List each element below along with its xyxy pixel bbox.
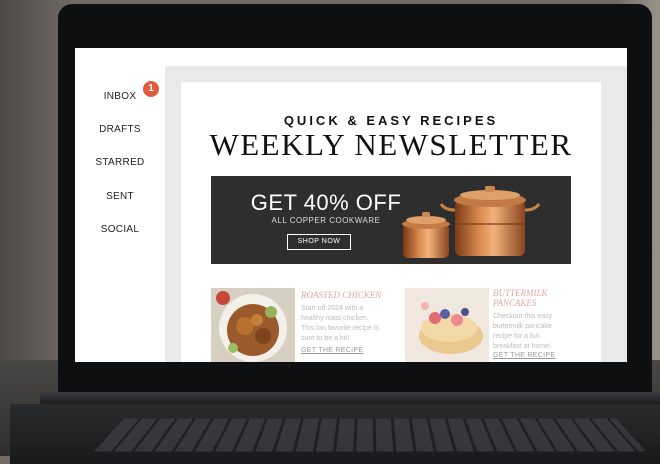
promo-banner[interactable]: GET 40% OFF ALL COPPER COOKWARE SHOP NOW bbox=[211, 176, 571, 264]
sidebar-item-sent[interactable]: SENT bbox=[75, 191, 165, 202]
get-recipe-link-roasted-chicken[interactable]: GET THE RECIPE bbox=[301, 347, 363, 354]
sidebar-item-starred[interactable]: STARRED bbox=[75, 157, 165, 168]
promo-subtitle: ALL COPPER COOKWARE bbox=[271, 216, 381, 225]
description-line: buttermilk pancake bbox=[493, 323, 552, 330]
buttermilk-pancakes-image bbox=[405, 288, 489, 362]
sidebar-item-drafts[interactable]: DRAFTS bbox=[75, 124, 165, 135]
sidebar-item-label: SOCIAL bbox=[100, 224, 140, 235]
laptop-hinge bbox=[40, 392, 660, 404]
recipe-description-buttermilk-pancakes: Checkout this easy buttermilk pancake re… bbox=[493, 312, 552, 352]
description-line: recipe for a fun bbox=[493, 333, 540, 340]
description-line: Checkout this easy bbox=[493, 313, 553, 320]
sidebar-item-label: INBOX bbox=[103, 91, 137, 102]
recipe-description-roasted-chicken: Start off 2024 with a healthy roast chic… bbox=[301, 304, 379, 344]
sidebar-item-label: DRAFTS bbox=[99, 124, 141, 135]
shop-now-button[interactable]: SHOP NOW bbox=[287, 234, 351, 250]
description-line: Start off 2024 with a bbox=[301, 305, 364, 312]
copper-cookware-image bbox=[402, 186, 541, 258]
description-line: This fan favorite recipe is bbox=[301, 325, 379, 332]
title-line: BUTTERMILK bbox=[493, 288, 548, 298]
title-line: PANCAKES bbox=[493, 298, 537, 308]
recipe-title-buttermilk-pancakes: BUTTERMILK PANCAKES bbox=[493, 288, 548, 308]
sidebar-item-label: SENT bbox=[106, 191, 134, 202]
get-recipe-link-buttermilk-pancakes[interactable]: GET THE RECIPE bbox=[493, 352, 555, 359]
description-line: sure to be a hit! bbox=[301, 335, 350, 342]
recipe-title-roasted-chicken: ROASTED CHICKEN bbox=[301, 290, 382, 300]
newsletter-email: QUICK & EASY RECIPES WEEKLY NEWSLETTER G… bbox=[181, 82, 601, 362]
description-line: breakfast at home! bbox=[493, 343, 551, 350]
mail-sidebar: INBOX 1 DRAFTS STARRED SENT SOCIAL bbox=[75, 48, 165, 362]
description-line: healthy roast chicken. bbox=[301, 315, 369, 322]
roasted-chicken-image bbox=[211, 288, 295, 362]
sidebar-item-social[interactable]: SOCIAL bbox=[75, 224, 165, 235]
message-pane: QUICK & EASY RECIPES WEEKLY NEWSLETTER G… bbox=[165, 66, 627, 362]
sidebar-item-label: STARRED bbox=[95, 157, 145, 168]
laptop-screen: INBOX 1 DRAFTS STARRED SENT SOCIAL QUICK… bbox=[75, 48, 627, 362]
keyboard-keys bbox=[94, 418, 646, 452]
newsletter-kicker: QUICK & EASY RECIPES bbox=[283, 113, 499, 128]
promo-offer-text: GET 40% OFF bbox=[250, 190, 402, 215]
newsletter-headline: WEEKLY NEWSLETTER bbox=[209, 127, 573, 162]
inbox-unread-badge: 1 bbox=[143, 81, 159, 97]
